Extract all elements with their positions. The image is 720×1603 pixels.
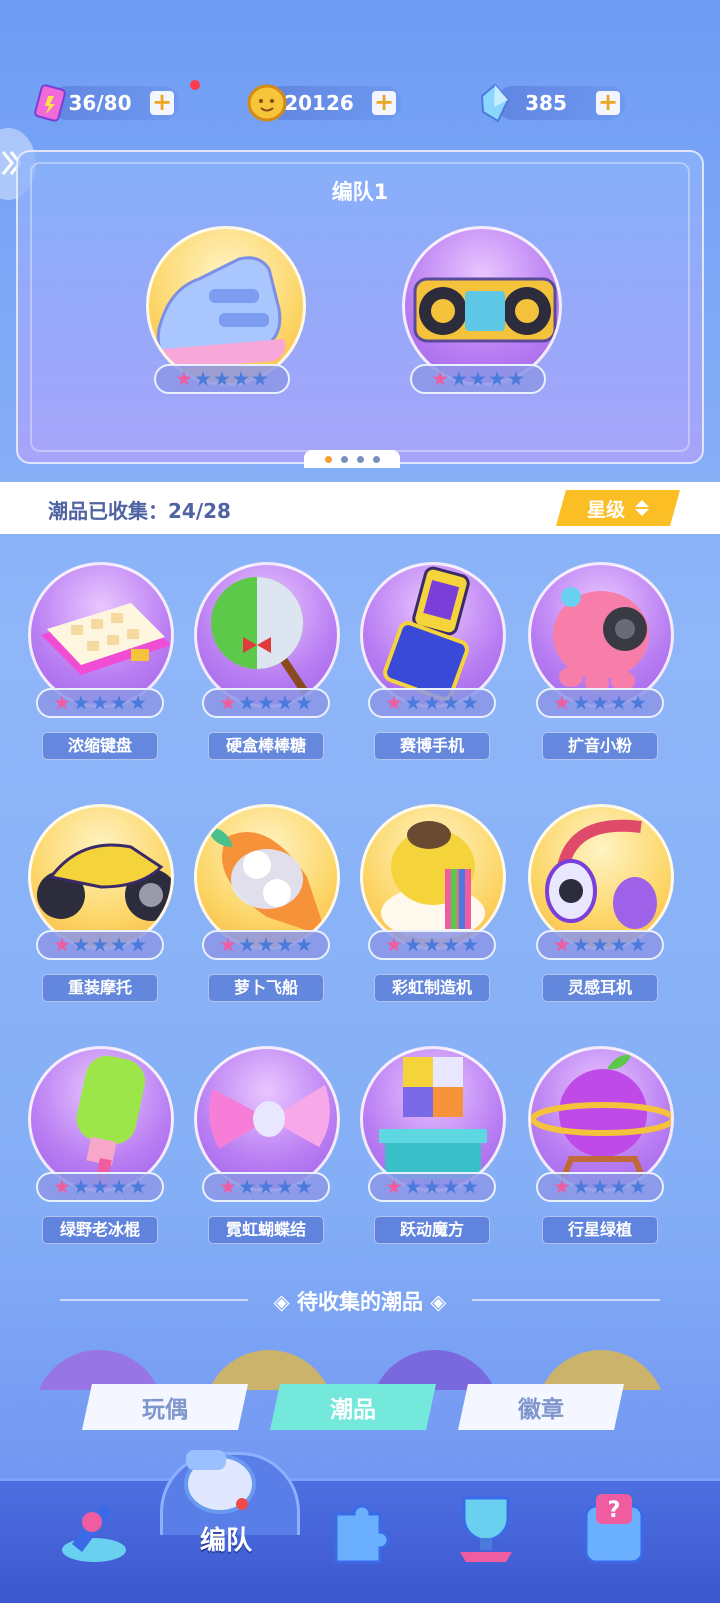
sneaker-icon bbox=[156, 256, 286, 369]
tab-label: 潮品 bbox=[330, 1397, 376, 1423]
crystal-icon bbox=[474, 82, 516, 124]
item-name: 行星绿植 bbox=[542, 1216, 658, 1244]
item-name: 赛博手机 bbox=[374, 732, 490, 760]
team-slot-1-stars bbox=[154, 364, 290, 394]
item-carrot-ship[interactable]: 萝卜飞船 bbox=[192, 804, 342, 1004]
item-stars bbox=[368, 930, 496, 960]
team-slot-2[interactable] bbox=[402, 226, 562, 386]
tab-trendy-items[interactable]: 潮品 bbox=[270, 1384, 436, 1430]
sort-label: 星级 bbox=[586, 498, 625, 521]
sort-toggle-icon bbox=[635, 500, 649, 516]
mystery-machine-icon: ? bbox=[584, 1494, 644, 1564]
pending-section-header: ◈ 待收集的潮品 ◈ bbox=[0, 1286, 720, 1314]
nav-item-3[interactable] bbox=[316, 1494, 400, 1578]
page-dot-1[interactable] bbox=[324, 455, 332, 463]
team-panel: 编队1 bbox=[16, 150, 704, 464]
team-title: 编队1 bbox=[331, 180, 389, 204]
carrot-ship-icon bbox=[194, 804, 340, 950]
item-stars bbox=[202, 688, 330, 718]
keyboard-icon bbox=[28, 562, 174, 708]
cube-box-icon bbox=[360, 1046, 506, 1192]
item-stars bbox=[536, 1172, 664, 1202]
tab-label: 玩偶 bbox=[142, 1397, 188, 1423]
rainbow-machine-icon bbox=[360, 804, 506, 950]
tab-badges[interactable]: 徽章 bbox=[458, 1384, 624, 1430]
headphones-icon bbox=[528, 804, 674, 950]
planet-plant-icon bbox=[528, 1046, 674, 1192]
item-rainbow-machine[interactable]: 彩虹制造机 bbox=[358, 804, 508, 1004]
collection-bar: 潮品已收集：24/28 星级 bbox=[0, 482, 720, 534]
item-cyber-phone[interactable]: 赛博手机 bbox=[358, 562, 508, 762]
item-stars bbox=[536, 930, 664, 960]
add-gems-button[interactable]: + bbox=[596, 90, 620, 115]
popsicle-icon bbox=[28, 1046, 174, 1192]
item-stars bbox=[368, 688, 496, 718]
item-name: 扩音小粉 bbox=[542, 732, 658, 760]
nav-item-team[interactable] bbox=[176, 1440, 260, 1524]
item-stars bbox=[368, 1172, 496, 1202]
item-stars bbox=[202, 930, 330, 960]
item-name: 彩虹制造机 bbox=[374, 974, 490, 1002]
page-dot-4[interactable] bbox=[372, 455, 380, 463]
nav-item-4[interactable] bbox=[444, 1484, 528, 1568]
item-name: 灵感耳机 bbox=[542, 974, 658, 1002]
motorcycle-icon bbox=[28, 804, 174, 950]
puzzle-icon bbox=[334, 1504, 390, 1564]
trophy-icon bbox=[460, 1496, 512, 1562]
add-coins-button[interactable]: + bbox=[372, 90, 396, 115]
pending-title: ◈ 待收集的潮品 ◈ bbox=[273, 1290, 447, 1314]
nav-active-label: 编队 bbox=[199, 1526, 252, 1556]
item-headphones[interactable]: 灵感耳机 bbox=[526, 804, 676, 1004]
bow-icon bbox=[194, 1046, 340, 1192]
item-magic-cube[interactable]: 跃动魔方 bbox=[358, 1046, 508, 1246]
item-neon-bow[interactable]: 霓虹蝴蝶结 bbox=[192, 1046, 342, 1246]
item-stars bbox=[36, 930, 164, 960]
item-name: 霓虹蝴蝶结 bbox=[208, 1216, 324, 1244]
item-pink-speaker[interactable]: 扩音小粉 bbox=[526, 562, 676, 762]
flip-phone-icon bbox=[360, 562, 506, 708]
item-keyboard[interactable]: 浓缩键盘 bbox=[26, 562, 176, 762]
tab-dolls[interactable]: 玩偶 bbox=[82, 1384, 248, 1430]
tab-label: 徽章 bbox=[518, 1397, 564, 1423]
item-name: 重装摩托 bbox=[42, 974, 158, 1002]
nav-item-5[interactable]: ? bbox=[572, 1484, 656, 1568]
item-name: 萝卜飞船 bbox=[208, 974, 324, 1002]
item-stars bbox=[36, 688, 164, 718]
team-slot-2-stars bbox=[410, 364, 546, 394]
coin-icon bbox=[246, 82, 288, 124]
speaker-octopus-icon bbox=[528, 562, 674, 708]
item-name: 硬盒棒棒糖 bbox=[208, 732, 324, 760]
boombox-icon bbox=[413, 277, 557, 343]
item-motorcycle[interactable]: 重装摩托 bbox=[26, 804, 176, 1004]
item-popsicle[interactable]: 绿野老冰棍 bbox=[26, 1046, 176, 1246]
item-stars bbox=[202, 1172, 330, 1202]
sort-by-star-button[interactable]: 星级 bbox=[556, 490, 680, 526]
nav-item-1[interactable] bbox=[52, 1488, 136, 1572]
item-name: 绿野老冰棍 bbox=[42, 1216, 158, 1244]
team-slot-1[interactable] bbox=[146, 226, 306, 386]
item-lollipop[interactable]: 硬盒棒棒糖 bbox=[192, 562, 342, 762]
team-page-indicator[interactable] bbox=[304, 450, 400, 468]
item-name: 跃动魔方 bbox=[374, 1216, 490, 1244]
item-name: 浓缩键盘 bbox=[42, 732, 158, 760]
arrow-figure-icon bbox=[62, 1504, 126, 1562]
lollipop-icon bbox=[194, 562, 340, 708]
item-planet-plant[interactable]: 行星绿植 bbox=[526, 1046, 676, 1246]
add-energy-button[interactable]: + bbox=[150, 90, 174, 115]
whistle-icon bbox=[184, 1450, 256, 1514]
page-dot-2[interactable] bbox=[340, 455, 348, 463]
collection-progress: 潮品已收集：24/28 bbox=[48, 499, 231, 523]
energy-card-icon bbox=[30, 80, 200, 124]
item-stars bbox=[36, 1172, 164, 1202]
svg-text:?: ? bbox=[608, 1498, 621, 1523]
item-stars bbox=[536, 688, 664, 718]
page-dot-3[interactable] bbox=[356, 455, 364, 463]
